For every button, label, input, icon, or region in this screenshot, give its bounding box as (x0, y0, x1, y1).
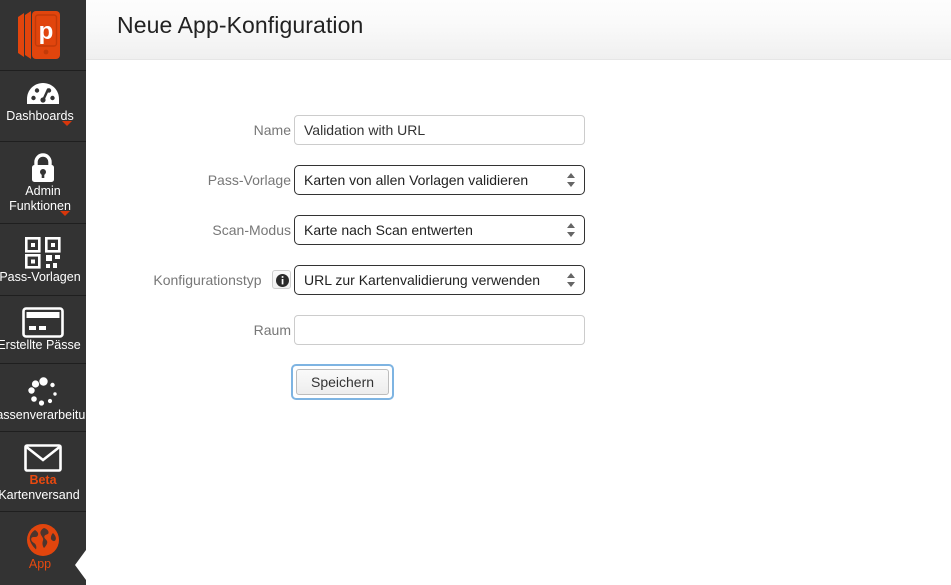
stepper-arrows-icon[interactable] (567, 223, 576, 239)
sidebar-item-label: Admin (25, 184, 61, 198)
svg-text:p: p (39, 18, 54, 45)
scan-modus-select[interactable]: Karte nach Scan entwerten (294, 215, 585, 245)
name-label: Name (253, 122, 291, 138)
scan-modus-selected-value: Karte nach Scan entwerten (304, 222, 473, 238)
pass-vorlage-selected-value: Karten von allen Vorlagen validieren (304, 172, 529, 188)
stepper-arrows-icon[interactable] (567, 273, 576, 289)
pass-vorlage-label-wrap: Pass-Vorlage (106, 165, 291, 195)
konfigurationstyp-label-wrap: Konfigurationstyp (106, 265, 291, 295)
sidebar-item-label: Kartenversand (0, 488, 80, 502)
raum-label-wrap: Raum (106, 315, 291, 345)
raum-label: Raum (253, 322, 291, 338)
sidebar-item-kartenversand[interactable]: Beta Kartenversand (0, 432, 86, 512)
main-content: Name Pass-Vorlage Karten von allen Vorla… (86, 61, 951, 585)
sidebar-item-dashboards[interactable]: Dashboards (0, 71, 86, 142)
raum-input[interactable] (294, 315, 585, 345)
konfigurationstyp-select[interactable]: URL zur Kartenvalidierung verwenden (294, 265, 585, 295)
stepper-arrows-icon[interactable] (567, 173, 576, 189)
scan-modus-label-wrap: Scan-Modus (106, 215, 291, 245)
sidebar-item-label: Pass-Vorlagen (0, 270, 81, 284)
form-row-name: Name (86, 115, 706, 145)
sidebar-item-app[interactable]: App (0, 512, 86, 580)
pass-vorlage-select[interactable]: Karten von allen Vorlagen validieren (294, 165, 585, 195)
app-logo[interactable]: p (0, 0, 86, 71)
app-root: p Dashboards Admin Funktionen Pass-Vorla… (0, 0, 951, 585)
konfigurationstyp-label: Konfigurationstyp (153, 272, 262, 288)
konfigurationstyp-selected-value: URL zur Kartenvalidierung verwenden (304, 272, 541, 288)
sidebar: p Dashboards Admin Funktionen Pass-Vorla… (0, 0, 86, 585)
sidebar-item-admin-funktionen[interactable]: Admin Funktionen (0, 142, 86, 224)
sidebar-item-passenverarbeitung[interactable]: Passenverarbeitung (0, 364, 86, 432)
active-item-pointer (75, 550, 86, 580)
lock-icon (0, 142, 86, 184)
form-row-konfigurationstyp: Konfigurationstyp URL zur Kartenvalidier… (86, 265, 706, 295)
sidebar-item-sublabel: Funktionen (9, 199, 71, 213)
scan-modus-label: Scan-Modus (212, 222, 291, 238)
sidebar-item-label: App (28, 557, 52, 571)
sidebar-item-label: Erstellte Pässe (0, 338, 81, 352)
form-row-raum: Raum (86, 315, 706, 345)
chevron-down-icon[interactable] (60, 211, 70, 216)
name-label-wrap: Name (106, 115, 291, 145)
form-row-scan-modus: Scan-Modus Karte nach Scan entwerten (86, 215, 706, 245)
qr-code-icon (0, 224, 86, 270)
dashboard-gauge-icon (0, 71, 86, 109)
page-header: Neue App-Konfiguration (86, 0, 951, 60)
name-input[interactable] (294, 115, 585, 145)
pass-vorlage-label: Pass-Vorlage (207, 172, 291, 188)
sidebar-item-erstellte-paesse[interactable]: Erstellte Pässe (0, 296, 86, 364)
form-row-pass-vorlage: Pass-Vorlage Karten von allen Vorlagen v… (86, 165, 706, 195)
spinner-icon (0, 364, 86, 408)
sidebar-item-beta-badge: Beta (29, 473, 57, 487)
sidebar-item-label: Dashboards (6, 109, 74, 123)
passcreator-logo-icon: p (12, 7, 70, 65)
envelope-icon (0, 432, 86, 472)
page-title: Neue App-Konfiguration (117, 12, 364, 38)
chevron-down-icon[interactable] (62, 121, 72, 126)
globe-icon (0, 512, 86, 557)
save-button[interactable]: Speichern (296, 369, 390, 395)
save-button-focus-ring: Speichern (291, 364, 395, 400)
sidebar-item-pass-vorlagen[interactable]: Pass-Vorlagen (0, 224, 86, 296)
sidebar-item-label: Passenverarbeitung (0, 408, 86, 422)
credit-card-icon (0, 296, 86, 338)
info-icon[interactable] (272, 270, 291, 289)
